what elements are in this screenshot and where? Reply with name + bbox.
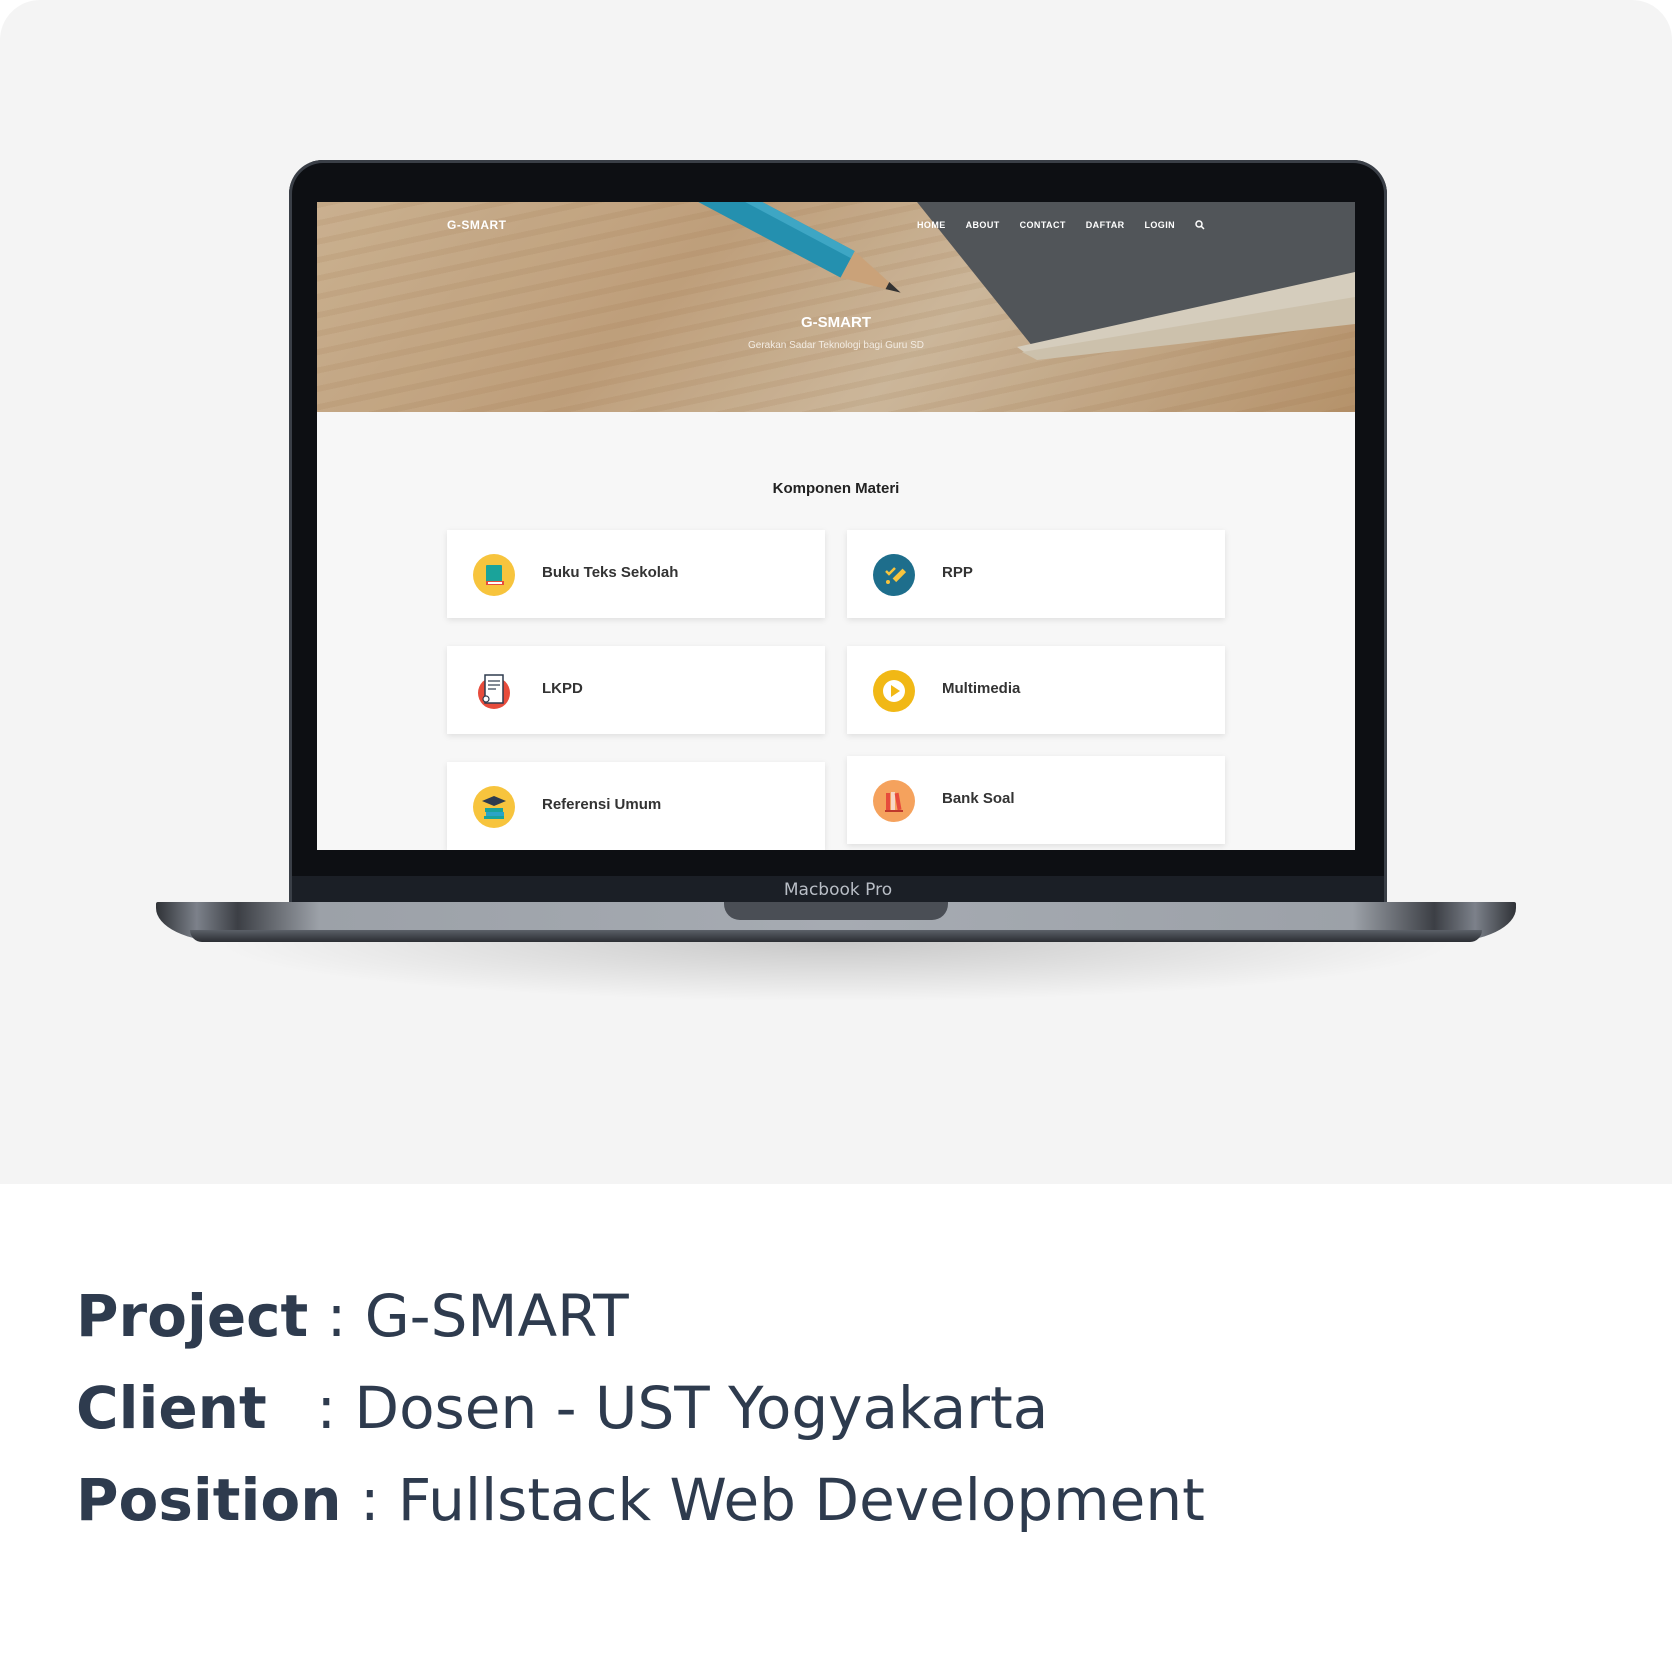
nav-about[interactable]: ABOUT (966, 220, 1000, 230)
books-icon (873, 780, 915, 822)
client-row: Client : Dosen - UST Yogyakarta (76, 1362, 1205, 1454)
card-multimedia[interactable]: Multimedia (847, 646, 1225, 734)
book-icon (473, 554, 515, 596)
position-value: : Fullstack Web Development (359, 1466, 1205, 1534)
site-logo[interactable]: G-SMART (447, 218, 507, 232)
nav-contact[interactable]: CONTACT (1020, 220, 1066, 230)
card-label: Referensi Umum (542, 796, 662, 813)
card-label: LKPD (542, 680, 583, 697)
search-icon[interactable] (1195, 220, 1205, 230)
hero-subtitle: Gerakan Sadar Teknologi bagi Guru SD (747, 340, 925, 351)
card-bank-soal[interactable]: Bank Soal (847, 756, 1225, 844)
position-label: Position (76, 1466, 342, 1534)
project-row: Project : G-SMART (76, 1270, 1205, 1362)
top-nav: HOME ABOUT CONTACT DAFTAR LOGIN (917, 220, 1205, 230)
project-label: Project (76, 1282, 309, 1350)
nav-login[interactable]: LOGIN (1145, 220, 1176, 230)
project-info: Project : G-SMART Client : Dosen - UST Y… (76, 1270, 1205, 1546)
laptop-notch (724, 902, 948, 920)
card-label: Buku Teks Sekolah (542, 564, 679, 581)
laptop-shadow (210, 942, 1462, 1002)
card-label: RPP (942, 564, 973, 581)
card-referensi-umum[interactable]: Referensi Umum (447, 762, 825, 850)
position-row: Position : Fullstack Web Development (76, 1454, 1205, 1546)
card-label: Multimedia (942, 680, 1021, 697)
hero-title: G-SMART (801, 314, 871, 331)
device-label: Macbook Pro (783, 880, 893, 900)
play-icon (873, 670, 915, 712)
client-label: Client (76, 1374, 267, 1442)
project-value: : G-SMART (326, 1282, 629, 1350)
card-lkpd[interactable]: LKPD (447, 646, 825, 734)
laptop-screen: G-SMART HOME ABOUT CONTACT DAFTAR LOGIN … (317, 202, 1355, 850)
client-value: : Dosen - UST Yogyakarta (316, 1374, 1049, 1442)
nav-home[interactable]: HOME (917, 220, 946, 230)
card-buku-teks-sekolah[interactable]: Buku Teks Sekolah (447, 530, 825, 618)
hero-overlay (317, 202, 1355, 412)
card-label: Bank Soal (942, 790, 1015, 807)
laptop-mockup: G-SMART HOME ABOUT CONTACT DAFTAR LOGIN … (0, 0, 1672, 1184)
card-rpp[interactable]: RPP (847, 530, 1225, 618)
laptop-base-bottom (190, 930, 1482, 942)
section-title: Komponen Materi (772, 480, 900, 497)
certificate-icon (473, 670, 515, 712)
graduation-books-icon (473, 786, 515, 828)
hero-banner: G-SMART HOME ABOUT CONTACT DAFTAR LOGIN … (317, 202, 1355, 412)
nav-daftar[interactable]: DAFTAR (1086, 220, 1125, 230)
pen-checklist-icon (873, 554, 915, 596)
